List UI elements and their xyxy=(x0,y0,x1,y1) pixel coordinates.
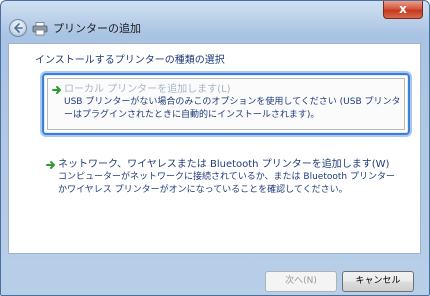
cancel-button[interactable]: キャンセル xyxy=(342,271,414,292)
option-local-printer-frame: ローカル プリンターを追加します(L) USB プリンターがない場合のみこのオプ… xyxy=(47,78,405,130)
content-panel: インストールするプリンターの種類の選択 ローカル プリンターを追加します(L) … xyxy=(8,43,421,254)
option-network-printer-title: ネットワーク、ワイヤレスまたは Bluetooth プリンターを追加します(W) xyxy=(58,159,390,170)
add-printer-dialog: x プリンターの追加 インストールするプリンターの種類の選択 ローカル プリンタ… xyxy=(0,0,430,296)
back-arrow-icon xyxy=(14,23,23,33)
option-local-printer-description: USB プリンターがない場合のみこのオプションを使用してください (USB プリ… xyxy=(64,97,401,120)
option-local-printer[interactable]: ローカル プリンターを追加します(L) USB プリンターがない場合のみこのオプ… xyxy=(42,73,410,135)
printer-icon xyxy=(32,22,48,36)
back-button[interactable] xyxy=(9,19,27,37)
button-bar: 次へ(N) キャンセル xyxy=(1,254,429,295)
option-network-printer-description: コンピューターがネットワークに接続されているか、または Bluetooth プリ… xyxy=(58,172,395,195)
title-bar: x プリンターの追加 xyxy=(1,1,429,37)
page-heading: インストールするプリンターの種類の選択 xyxy=(35,55,225,66)
option-local-printer-title: ローカル プリンターを追加します(L) xyxy=(64,84,231,95)
close-button[interactable]: x xyxy=(383,1,423,19)
next-button[interactable]: 次へ(N) xyxy=(265,271,337,292)
option-network-printer[interactable]: ネットワーク、ワイヤレスまたは Bluetooth プリンターを追加します(W)… xyxy=(42,157,410,207)
green-arrow-icon xyxy=(46,161,55,169)
close-icon: x xyxy=(399,2,407,16)
green-arrow-icon xyxy=(52,86,61,94)
window-title: プリンターの追加 xyxy=(53,22,141,35)
